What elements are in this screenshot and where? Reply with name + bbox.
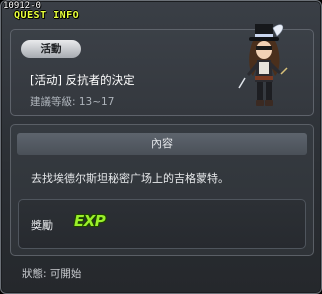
quest-description: 去找埃德尔斯坦秘密广场上的吉格蒙特。 — [31, 172, 229, 185]
status-value: 可開始 — [49, 268, 82, 280]
window-title: QUEST INFO — [14, 10, 80, 21]
reward-label: 獎勵 — [31, 219, 53, 232]
status-label: 狀態: — [22, 268, 47, 280]
quest-info-window: 10912-0 QUEST INFO 活動 [活动] 反抗者的決定 建議等級: … — [0, 0, 322, 294]
quest-category-badge: 活動 — [21, 40, 81, 58]
quest-level-recommendation: 建議等級: 13~17 — [30, 96, 115, 108]
npc-character-image — [238, 24, 288, 106]
exp-icon: EXP — [74, 212, 106, 230]
quest-name: [活动] 反抗者的決定 — [30, 73, 135, 87]
quest-header-panel: 活動 [活动] 反抗者的決定 建議等級: 13~17 — [10, 24, 314, 116]
quest-status: 狀態: 可開始 — [22, 266, 81, 281]
content-section-header: 內容 — [17, 133, 307, 155]
quest-content-panel: 內容 去找埃德尔斯坦秘密广场上的吉格蒙特。 獎勵 EXP — [10, 124, 314, 256]
reward-box: 獎勵 EXP — [18, 199, 306, 249]
